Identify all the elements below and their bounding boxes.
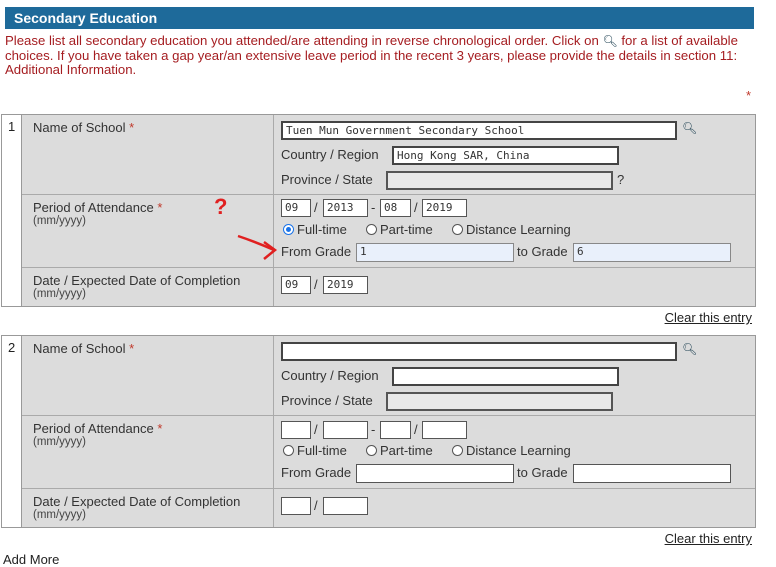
school-entry-2: 2 Name of School * 🔍︎ Country / Region P… bbox=[1, 335, 756, 528]
full-time-radio[interactable] bbox=[283, 445, 294, 456]
search-icon[interactable]: 🔍︎ bbox=[602, 34, 617, 48]
from-month-input[interactable] bbox=[281, 421, 311, 439]
part-time-radio[interactable] bbox=[366, 224, 377, 235]
section-title: Secondary Education bbox=[5, 7, 754, 29]
to-year-input[interactable]: 2019 bbox=[422, 199, 467, 217]
from-grade-input[interactable]: 1 bbox=[356, 243, 514, 262]
date-format-hint: (mm/yyyy) bbox=[33, 509, 87, 521]
completion-month-input[interactable] bbox=[281, 497, 311, 515]
period-label: Period of Attendance * (mm/yyyy) bbox=[33, 200, 163, 227]
date-format-hint: (mm/yyyy) bbox=[33, 215, 87, 227]
country-input[interactable]: Hong Kong SAR, China bbox=[392, 146, 619, 165]
completion-month-input[interactable]: 09 bbox=[281, 276, 311, 294]
school-label: Name of School * bbox=[33, 120, 135, 135]
period-label-text: Period of Attendance bbox=[33, 200, 154, 215]
province-label: Province / State bbox=[281, 393, 373, 408]
completion-year-input[interactable] bbox=[323, 497, 368, 515]
completion-year-input[interactable]: 2019 bbox=[323, 276, 368, 294]
school-entry-1: 1 Name of School * Tuen Mun Government S… bbox=[1, 114, 756, 307]
to-grade-label: to Grade bbox=[517, 244, 568, 259]
part-time-radio[interactable] bbox=[366, 445, 377, 456]
to-grade-input[interactable] bbox=[573, 464, 731, 483]
period-row: Period of Attendance * (mm/yyyy) 09 / 201… bbox=[22, 195, 755, 268]
school-name-input[interactable]: Tuen Mun Government Secondary School bbox=[281, 121, 677, 140]
from-grade-label: From Grade bbox=[281, 244, 352, 259]
clear-entry-link[interactable]: Clear this entry bbox=[665, 310, 752, 325]
province-input[interactable] bbox=[386, 171, 613, 190]
full-time-label: Full-time bbox=[297, 443, 347, 458]
completion-row: Date / Expected Date of Completion (mm/yy… bbox=[22, 489, 755, 527]
date-sep: / bbox=[314, 277, 318, 292]
completion-label-text: Date / Expected Date of Completion bbox=[33, 273, 241, 288]
period-label-text: Period of Attendance bbox=[33, 421, 154, 436]
from-month-input[interactable]: 09 bbox=[281, 199, 311, 217]
from-grade-input[interactable] bbox=[356, 464, 514, 483]
from-grade-label: From Grade bbox=[281, 465, 352, 480]
full-time-label: Full-time bbox=[297, 222, 347, 237]
date-format-hint: (mm/yyyy) bbox=[33, 436, 87, 448]
entry-number: 1 bbox=[2, 115, 22, 306]
instructions-text-1: Please list all secondary education you … bbox=[5, 33, 599, 48]
distance-radio[interactable] bbox=[452, 445, 463, 456]
to-year-input[interactable] bbox=[422, 421, 467, 439]
province-input[interactable] bbox=[386, 392, 613, 411]
distance-label: Distance Learning bbox=[466, 222, 571, 237]
date-sep: / bbox=[414, 200, 418, 215]
clear-entry-link[interactable]: Clear this entry bbox=[665, 531, 752, 546]
from-year-input[interactable]: 2013 bbox=[323, 199, 368, 217]
period-label: Period of Attendance * (mm/yyyy) bbox=[33, 421, 163, 448]
school-name-input[interactable] bbox=[281, 342, 677, 361]
country-label: Country / Region bbox=[281, 147, 379, 162]
country-label: Country / Region bbox=[281, 368, 379, 383]
province-label: Province / State bbox=[281, 172, 373, 187]
search-icon[interactable]: 🔍︎ bbox=[682, 121, 697, 135]
date-dash: - bbox=[371, 200, 376, 215]
search-icon[interactable]: 🔍︎ bbox=[682, 342, 697, 356]
part-time-label: Part-time bbox=[380, 443, 433, 458]
to-grade-input[interactable]: 6 bbox=[573, 243, 731, 262]
school-label-text: Name of School bbox=[33, 341, 126, 356]
add-more-link[interactable]: Add More bbox=[3, 552, 59, 567]
to-month-input[interactable] bbox=[380, 421, 411, 439]
distance-label: Distance Learning bbox=[466, 443, 571, 458]
completion-label-text: Date / Expected Date of Completion bbox=[33, 494, 241, 509]
from-year-input[interactable] bbox=[323, 421, 368, 439]
help-mark[interactable]: ? bbox=[617, 172, 624, 187]
entry-number-label: 1 bbox=[8, 119, 16, 134]
school-label-text: Name of School bbox=[33, 120, 126, 135]
date-sep: / bbox=[314, 200, 318, 215]
entry-number-label: 2 bbox=[8, 340, 16, 355]
date-sep: / bbox=[314, 422, 318, 437]
school-label: Name of School * bbox=[33, 341, 135, 356]
part-time-label: Part-time bbox=[380, 222, 433, 237]
school-name-row: Name of School * 🔍︎ Country / Region Pro… bbox=[22, 336, 755, 416]
date-dash: - bbox=[371, 422, 376, 437]
annotation-arrow bbox=[237, 234, 278, 260]
mandatory-note: * bbox=[745, 88, 751, 103]
instructions: Please list all secondary education you … bbox=[5, 33, 753, 78]
completion-label: Date / Expected Date of Completion (mm/yy… bbox=[33, 494, 240, 521]
date-sep: / bbox=[414, 422, 418, 437]
to-grade-label: to Grade bbox=[517, 465, 568, 480]
country-input[interactable] bbox=[392, 367, 619, 386]
full-time-radio[interactable] bbox=[283, 224, 294, 235]
completion-label: Date / Expected Date of Completion (mm/yy… bbox=[33, 273, 240, 300]
date-format-hint: (mm/yyyy) bbox=[33, 288, 87, 300]
completion-row: Date / Expected Date of Completion (mm/yy… bbox=[22, 268, 755, 306]
annotation-question-mark: ? bbox=[214, 194, 228, 219]
to-month-input[interactable]: 08 bbox=[380, 199, 411, 217]
period-row: Period of Attendance * (mm/yyyy) / - / Fu… bbox=[22, 416, 755, 489]
school-name-row: Name of School * Tuen Mun Government Sec… bbox=[22, 115, 755, 195]
distance-radio[interactable] bbox=[452, 224, 463, 235]
entry-number: 2 bbox=[2, 336, 22, 527]
date-sep: / bbox=[314, 498, 318, 513]
